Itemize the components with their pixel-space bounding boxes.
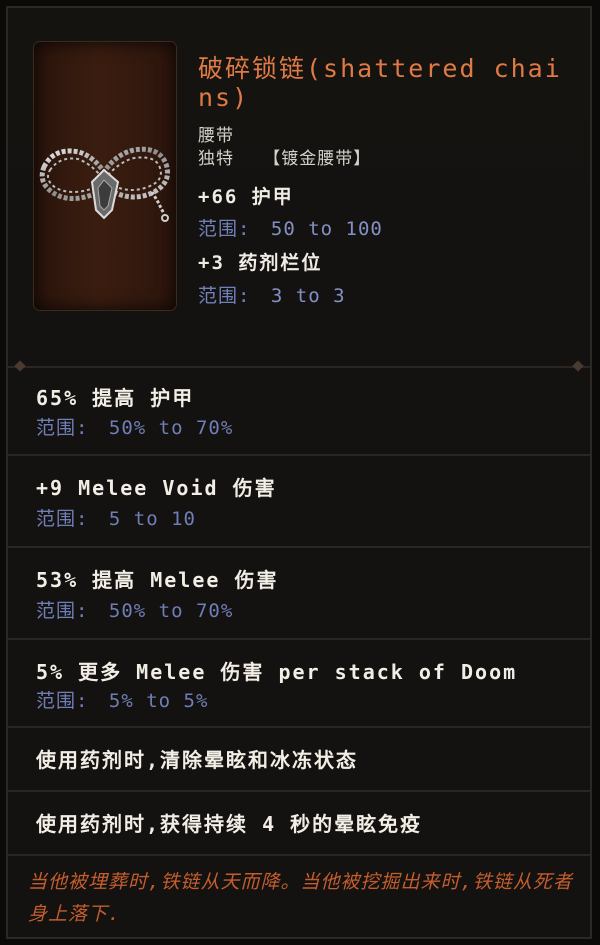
implicit-stat-2: +3 药剂栏位 — [198, 252, 323, 274]
range-value: 50% to 70% — [108, 600, 234, 622]
range-label: 范围: — [36, 508, 89, 530]
affix-row: 5% 更多 Melee 伤害 per stack of Doom 范围: 5% … — [8, 638, 590, 726]
affix-row: 65% 提高 护甲 范围: 50% to 70% — [8, 366, 590, 454]
affix-range: 范围: 50% to 70% — [36, 596, 233, 623]
range-label: 范围: — [36, 690, 89, 712]
rarity-label: 独特 — [198, 149, 234, 169]
range-label: 范围: — [198, 285, 251, 307]
range-value: 3 to 3 — [270, 285, 346, 307]
item-tooltip: 破碎锁链(shattered chains) 腰带 独特 【镀金腰带】 +66 … — [6, 6, 592, 939]
implicit-range-2: 范围: 3 to 3 — [198, 281, 346, 308]
affix-range: 范围: 5% to 5% — [36, 686, 208, 713]
affix-stat: 53% 提高 Melee 伤害 — [36, 568, 279, 592]
item-lore: 当他被埋葬时,铁链从天而降。当他被挖掘出来时,铁链从死者身上落下. — [28, 871, 573, 925]
item-subtype: 【镀金腰带】 — [263, 149, 372, 169]
range-label: 范围: — [198, 218, 251, 240]
range-value: 50 to 100 — [270, 218, 383, 240]
range-label: 范围: — [36, 417, 89, 439]
affix-stat: 5% 更多 Melee 伤害 per stack of Doom — [36, 660, 518, 684]
range-value: 5 to 10 — [108, 508, 196, 530]
affix-stat: 65% 提高 护甲 — [36, 386, 195, 410]
range-value: 50% to 70% — [108, 417, 234, 439]
item-rarity: 独特 【镀金腰带】 — [198, 144, 371, 169]
affix-stat: +9 Melee Void 伤害 — [36, 476, 277, 500]
affix-stat: 使用药剂时,获得持续 4 秒的晕眩免疫 — [36, 812, 423, 836]
range-value: 5% to 5% — [108, 690, 209, 712]
item-base-type: 腰带 — [198, 126, 234, 146]
affix-range: 范围: 50% to 70% — [36, 413, 233, 440]
range-label: 范围: — [36, 600, 89, 622]
item-image-frame — [34, 42, 176, 310]
affix-row: 53% 提高 Melee 伤害 范围: 50% to 70% — [8, 546, 590, 638]
affix-row: 使用药剂时,获得持续 4 秒的晕眩免疫 — [8, 790, 590, 854]
item-header: 破碎锁链(shattered chains) 腰带 独特 【镀金腰带】 +66 … — [8, 8, 590, 366]
implicit-range-1: 范围: 50 to 100 — [198, 214, 383, 241]
chain-belt-icon — [39, 146, 170, 222]
item-name: 破碎锁链(shattered chains) — [198, 54, 562, 112]
affix-stat: 使用药剂时,清除晕眩和冰冻状态 — [36, 748, 359, 772]
affix-row: +9 Melee Void 伤害 范围: 5 to 10 — [8, 454, 590, 546]
affix-row: 使用药剂时,清除晕眩和冰冻状态 — [8, 726, 590, 790]
affix-range: 范围: 5 to 10 — [36, 504, 196, 531]
implicit-stat-1: +66 护甲 — [198, 186, 294, 208]
